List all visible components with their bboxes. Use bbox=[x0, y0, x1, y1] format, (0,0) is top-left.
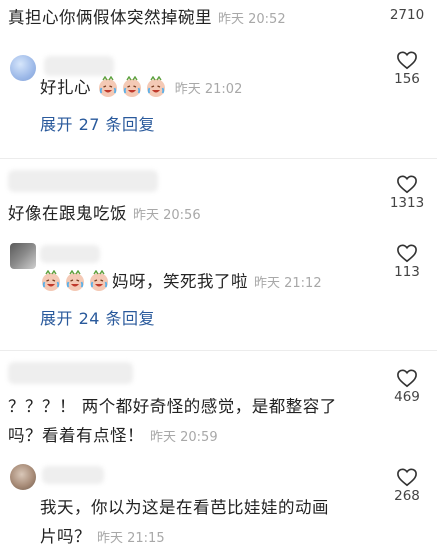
heart-outline-icon bbox=[397, 244, 417, 263]
comment-1-text: 真担心你俩假体突然掉碗里 bbox=[8, 8, 212, 27]
comment-1-text-row: 真担心你俩假体突然掉碗里 昨天 20:52 bbox=[8, 3, 286, 34]
comment-6-line-2: 片吗？ bbox=[40, 527, 91, 546]
laugh-cry-emoji bbox=[146, 76, 165, 97]
comment-2-like[interactable]: 156 bbox=[387, 50, 427, 87]
comment-3-time: 昨天 20:56 bbox=[133, 208, 201, 223]
laugh-cry-emoji bbox=[122, 76, 141, 97]
comment-4-text-row: 妈呀，笑死我了啦 昨天 21:12 bbox=[40, 267, 322, 298]
expand-replies-2[interactable]: 展开 24 条回复 bbox=[40, 305, 155, 329]
divider bbox=[0, 350, 437, 351]
comment-5-like-count: 469 bbox=[394, 389, 420, 405]
comment-3-like-count: 1313 bbox=[389, 195, 425, 211]
comment-5-text: ？？？！ 两个都好奇怪的感觉，是都整容了 吗？看着有点怪！ 昨天 20:59 bbox=[8, 392, 378, 452]
comment-3-text: 好像在跟鬼吃饭 bbox=[8, 204, 127, 223]
laugh-cry-emoji bbox=[66, 270, 84, 291]
comment-4-time: 昨天 21:12 bbox=[254, 276, 322, 291]
comment-3-like[interactable]: 1313 bbox=[387, 174, 427, 211]
heart-outline-icon bbox=[397, 51, 417, 70]
comment-3-text-row: 好像在跟鬼吃饭 昨天 20:56 bbox=[8, 199, 201, 230]
comment-2-like-count: 156 bbox=[394, 71, 420, 87]
comment-5-line-2: 吗？看着有点怪！ bbox=[8, 426, 144, 445]
laugh-cry-emoji bbox=[98, 76, 117, 97]
comment-5-line-1: ？？？！ 两个都好奇怪的感觉，是都整容了 bbox=[8, 397, 337, 416]
comment-4-like[interactable]: 113 bbox=[387, 243, 427, 280]
heart-outline-icon bbox=[397, 175, 417, 194]
heart-outline-icon bbox=[397, 369, 417, 388]
comment-5-time: 昨天 20:59 bbox=[150, 430, 218, 445]
heart-outline-icon bbox=[397, 468, 417, 487]
comment-1-time: 昨天 20:52 bbox=[218, 12, 286, 27]
username-blurred[interactable] bbox=[40, 245, 100, 263]
comment-1-like-count: 2710 bbox=[389, 7, 425, 23]
comment-2-text-row: 好扎心 昨天 21:02 bbox=[40, 73, 242, 104]
comment-1-like[interactable]: 2710 bbox=[387, 6, 427, 23]
comment-4-text: 妈呀，笑死我了啦 bbox=[112, 272, 248, 291]
avatar[interactable] bbox=[10, 55, 36, 81]
comment-4-like-count: 113 bbox=[394, 264, 420, 280]
laugh-cry-emoji bbox=[90, 270, 108, 291]
expand-replies-1[interactable]: 展开 27 条回复 bbox=[40, 111, 155, 135]
username-blurred[interactable] bbox=[8, 170, 158, 192]
comment-5-like[interactable]: 469 bbox=[387, 368, 427, 405]
comment-6-text: 我天，你以为这是在看芭比娃娃的动画 片吗？ 昨天 21:15 bbox=[40, 493, 380, 553]
avatar[interactable] bbox=[10, 464, 36, 490]
avatar[interactable] bbox=[10, 243, 36, 269]
comment-6-like-count: 268 bbox=[394, 488, 420, 504]
laugh-cry-emoji bbox=[42, 270, 60, 291]
username-blurred[interactable] bbox=[42, 466, 104, 484]
divider bbox=[0, 158, 437, 159]
username-blurred[interactable] bbox=[8, 362, 133, 384]
comment-6-time: 昨天 21:15 bbox=[97, 531, 165, 546]
comment-2-text: 好扎心 bbox=[40, 78, 91, 97]
comment-6-like[interactable]: 268 bbox=[387, 467, 427, 504]
comment-6-line-1: 我天，你以为这是在看芭比娃娃的动画 bbox=[40, 498, 329, 517]
comment-2-time: 昨天 21:02 bbox=[174, 82, 243, 97]
